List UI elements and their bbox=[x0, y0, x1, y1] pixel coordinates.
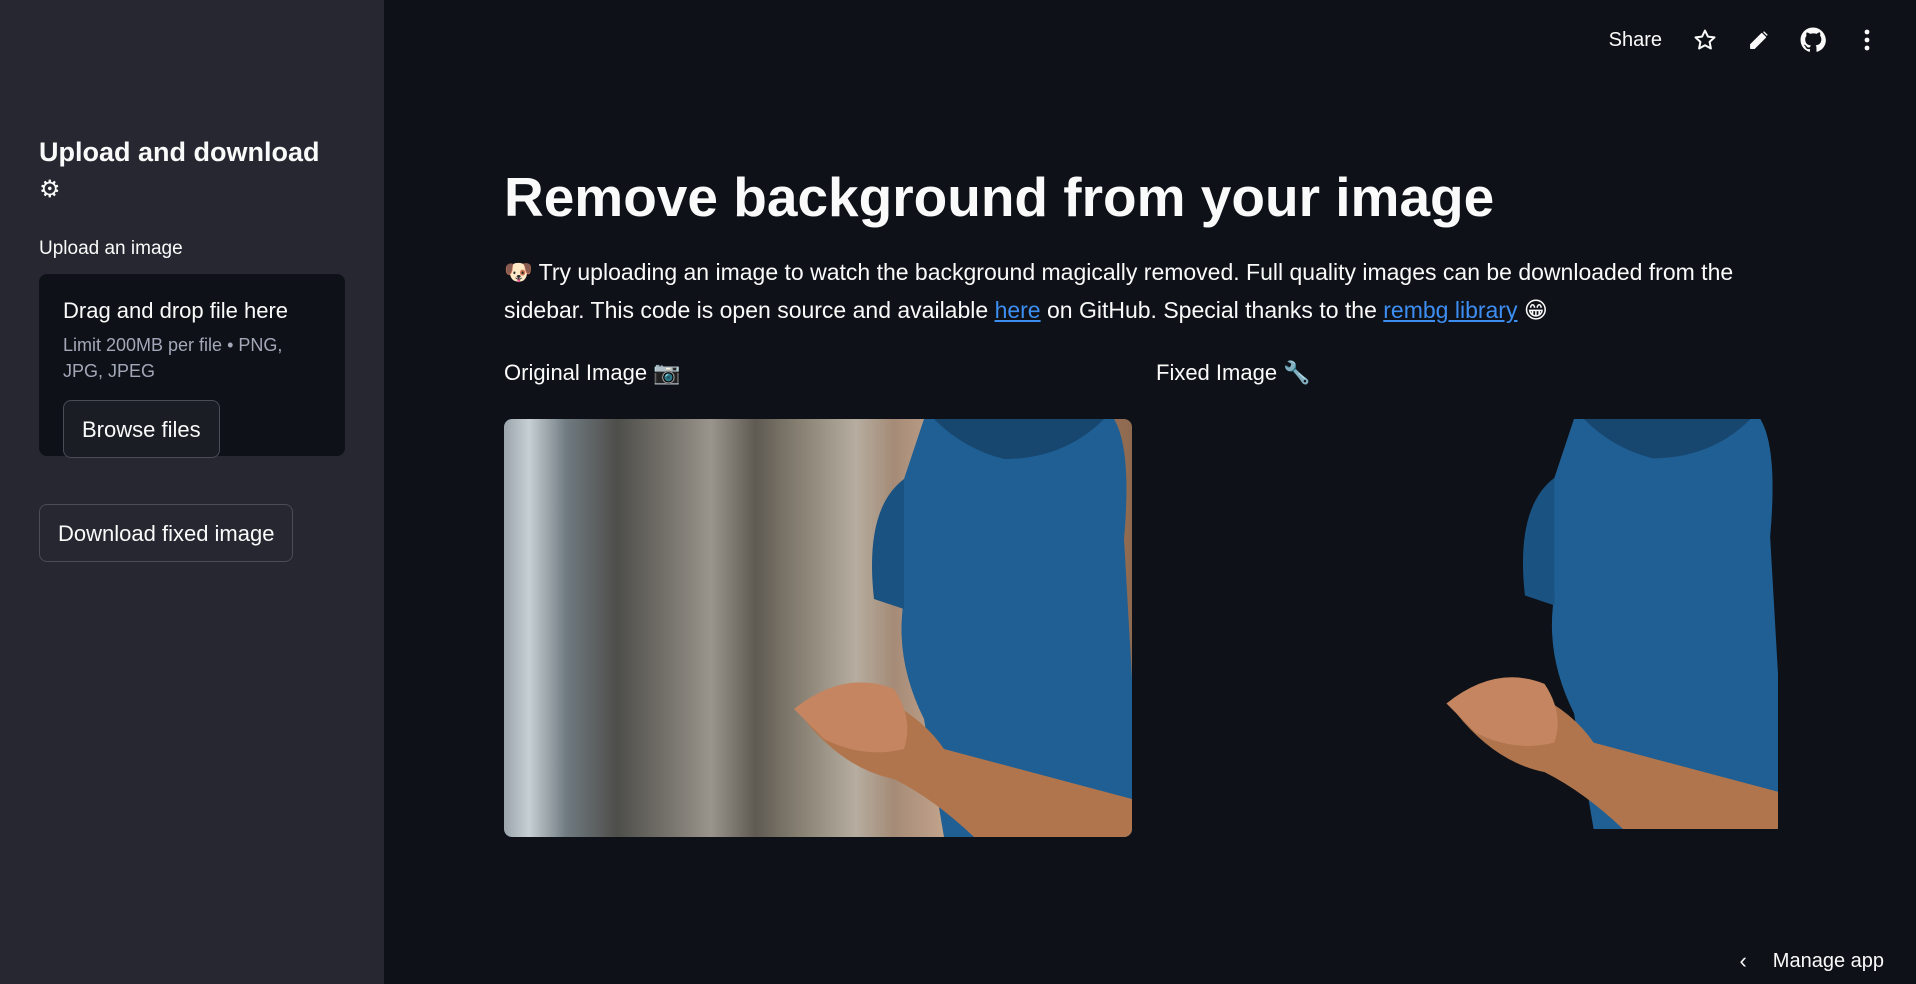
grin-emoji: 😁 bbox=[1523, 297, 1548, 323]
manage-app-label: Manage app bbox=[1772, 949, 1884, 972]
download-fixed-image-button[interactable]: Download fixed image bbox=[39, 504, 294, 562]
sidebar: Upload and download ⚙ Upload an image Dr… bbox=[0, 0, 384, 984]
share-button[interactable]: Share bbox=[1609, 29, 1662, 52]
original-image-label: Original Image 📷 bbox=[504, 360, 681, 385]
sidebar-title-text: Upload and download bbox=[39, 137, 320, 167]
page-title: Remove background from your image bbox=[504, 166, 1495, 228]
dropzone-title: Drag and drop file here bbox=[63, 298, 289, 323]
gear-icon: ⚙ bbox=[39, 176, 61, 203]
upload-label: Upload an image bbox=[39, 238, 183, 259]
original-image bbox=[504, 419, 1132, 837]
dropzone-limit: Limit 200MB per file • PNG, JPG, JPEG bbox=[63, 335, 283, 381]
manage-app-button[interactable]: ‹ Manage app bbox=[1739, 948, 1884, 974]
star-icon[interactable] bbox=[1692, 27, 1718, 53]
sidebar-content: Upload and download ⚙ Upload an image Dr… bbox=[39, 134, 345, 562]
browse-files-button[interactable]: Browse files bbox=[63, 400, 220, 458]
intro-paragraph: 🐶 Try uploading an image to watch the ba… bbox=[504, 253, 1788, 329]
sidebar-title: Upload and download ⚙ bbox=[39, 134, 345, 208]
here-link[interactable]: here bbox=[995, 297, 1041, 323]
pencil-icon[interactable] bbox=[1746, 27, 1772, 53]
fixed-image-column: Fixed Image 🔧 bbox=[1156, 355, 1784, 829]
more-vertical-icon[interactable] bbox=[1854, 27, 1880, 53]
chevron-left-icon: ‹ bbox=[1739, 948, 1747, 973]
original-image-column: Original Image 📷 bbox=[504, 355, 1132, 837]
rembg-library-link[interactable]: rembg library bbox=[1383, 297, 1517, 323]
top-header: Share bbox=[384, 0, 1916, 80]
file-dropzone[interactable]: Drag and drop file here Limit 200MB per … bbox=[39, 274, 345, 458]
fixed-image bbox=[1156, 419, 1784, 829]
dog-emoji: 🐶 bbox=[504, 259, 533, 285]
github-icon[interactable] bbox=[1800, 27, 1826, 53]
intro-text-2: on GitHub. Special thanks to the bbox=[1047, 297, 1377, 323]
fixed-image-label: Fixed Image 🔧 bbox=[1156, 360, 1311, 385]
